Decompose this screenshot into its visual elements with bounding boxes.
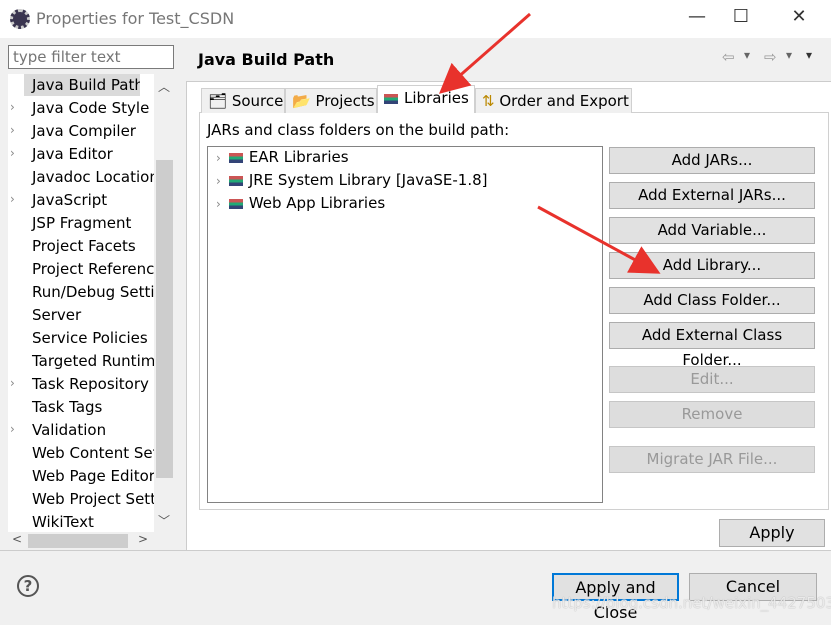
arrow-to-libraries-tab	[438, 12, 531, 94]
annotation-arrows	[438, 12, 661, 274]
arrow-to-add-library	[537, 205, 661, 274]
